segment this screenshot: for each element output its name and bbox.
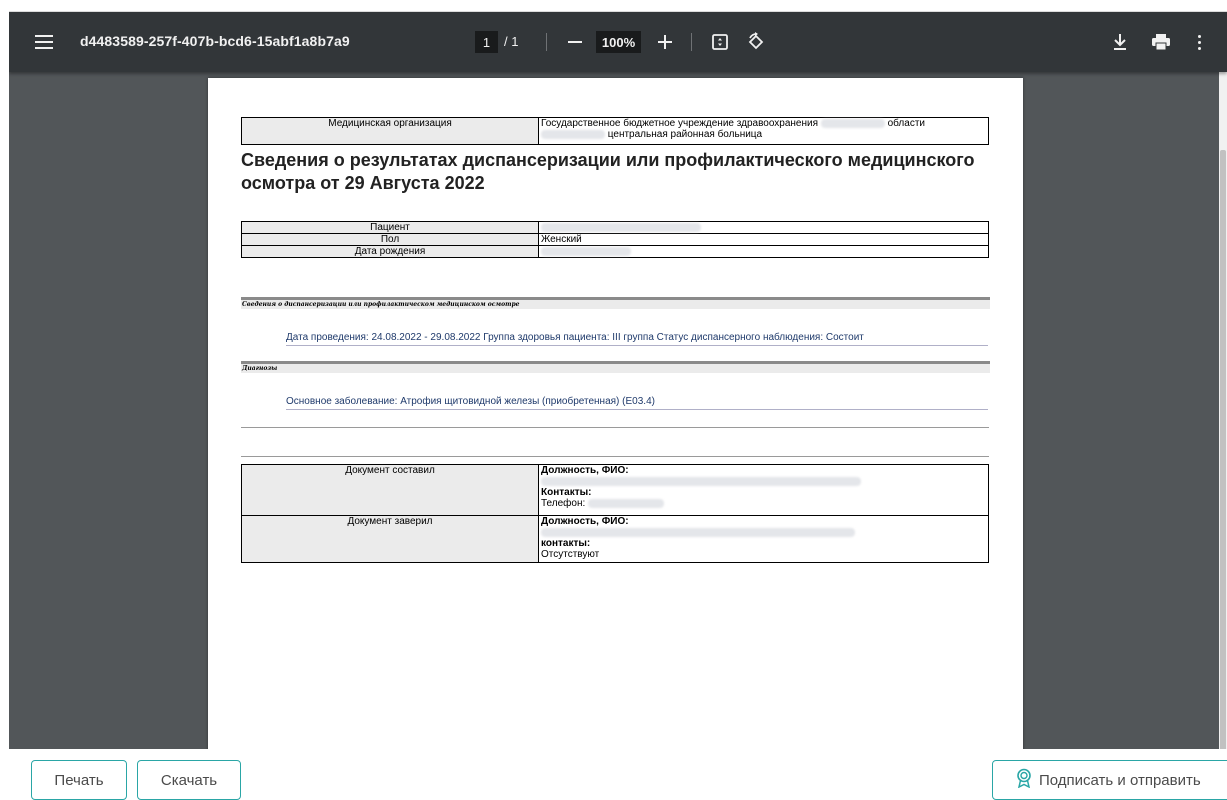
sign-and-send-label: Подписать и отправить <box>1039 771 1201 789</box>
menu-icon[interactable] <box>33 31 55 53</box>
patient-label: Пациент <box>241 221 539 234</box>
certificate-icon <box>1015 768 1033 792</box>
divider <box>241 456 989 457</box>
birthdate-value <box>538 245 989 258</box>
toolbar-divider <box>546 33 547 51</box>
certified-label: Документ заверил <box>241 515 539 563</box>
zoom-out-button[interactable] <box>564 31 586 53</box>
composed-value: Должность, ФИО: Контакты: Телефон: <box>538 464 989 516</box>
zoom-level-input[interactable]: 100% <box>596 31 641 53</box>
page-number-input[interactable]: 1 <box>475 31 498 53</box>
org-value: Государственное бюджетное учреждение здр… <box>538 117 989 145</box>
vertical-scrollbar[interactable] <box>1219 72 1227 749</box>
composed-label: Документ составил <box>241 464 539 516</box>
sign-and-send-button[interactable]: Подписать и отправить <box>992 760 1227 800</box>
download-button[interactable]: Скачать <box>137 760 241 800</box>
redacted <box>820 118 885 128</box>
more-options-icon[interactable] <box>1191 31 1207 53</box>
scrollbar-thumb[interactable] <box>1220 150 1226 749</box>
diagnosis-details: Основное заболевание: Атрофия щитовидной… <box>286 396 988 410</box>
certified-value: Должность, ФИО: контакты: Отсутствуют <box>538 515 989 563</box>
page-total: / 1 <box>504 34 519 49</box>
pdf-toolbar: d4483589-257f-407b-bcd6-15abf1a8b7a9 1 /… <box>9 12 1227 72</box>
document-title: d4483589-257f-407b-bcd6-15abf1a8b7a9 <box>80 33 350 49</box>
sex-label: Пол <box>241 233 539 246</box>
redacted <box>541 129 605 139</box>
pdf-viewer: d4483589-257f-407b-bcd6-15abf1a8b7a9 1 /… <box>9 11 1227 749</box>
pdf-page: Медицинская организация Государственное … <box>208 78 1023 749</box>
section-diagnoses-title: Диагнозы <box>241 361 990 373</box>
document-heading: Сведения о результатах диспансеризации и… <box>241 150 975 193</box>
signatures-table: Документ составил Должность, ФИО: Контак… <box>241 464 989 563</box>
sex-value: Женский <box>538 233 989 246</box>
birthdate-label: Дата рождения <box>241 245 539 258</box>
org-label: Медицинская организация <box>241 117 539 145</box>
exam-details: Дата проведения: 24.08.2022 - 29.08.2022… <box>286 332 988 346</box>
zoom-in-button[interactable] <box>654 31 676 53</box>
rotate-icon[interactable] <box>744 30 768 54</box>
patient-table: Пациент Пол Женский Дата рождения <box>241 221 989 258</box>
section-exam-title: Сведения о диспансеризации или профилакт… <box>241 297 990 309</box>
patient-value <box>538 221 989 234</box>
print-icon[interactable] <box>1149 30 1173 54</box>
print-button[interactable]: Печать <box>31 760 127 800</box>
download-icon[interactable] <box>1109 31 1131 53</box>
toolbar-divider <box>691 33 692 51</box>
org-table: Медицинская организация Государственное … <box>241 117 989 145</box>
fit-page-icon[interactable] <box>709 31 731 53</box>
divider <box>241 427 989 428</box>
